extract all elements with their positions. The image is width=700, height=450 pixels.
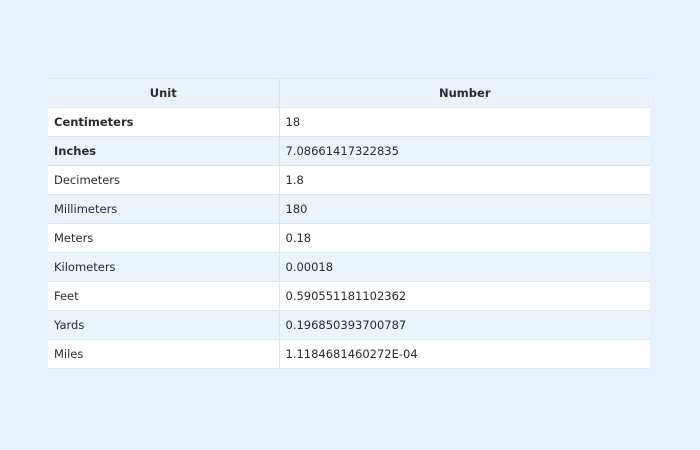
table-row: Miles 1.1184681460272E-04	[48, 339, 650, 369]
unit-cell: Inches	[48, 136, 280, 166]
number-cell: 1.8	[279, 165, 650, 195]
table-row: Decimeters 1.8	[48, 165, 650, 195]
unit-column-header: Unit	[48, 78, 280, 108]
number-cell: 0.18	[279, 223, 650, 253]
unit-cell: Meters	[48, 223, 280, 253]
number-cell: 18	[279, 107, 650, 137]
unit-cell: Yards	[48, 310, 280, 340]
number-cell: 0.00018	[279, 252, 650, 282]
unit-cell: Decimeters	[48, 165, 280, 195]
table-body: Centimeters 18 Inches 7.08661417322835 Decim…	[48, 107, 650, 369]
table-header-row: Unit Number	[48, 78, 650, 108]
number-cell: 180	[279, 194, 650, 224]
table-row: Inches 7.08661417322835	[48, 136, 650, 166]
number-column-header: Number	[279, 78, 650, 108]
unit-cell: Centimeters	[48, 107, 280, 137]
unit-cell: Millimeters	[48, 194, 280, 224]
table-row: Yards 0.196850393700787	[48, 310, 650, 340]
number-cell: 0.590551181102362	[279, 281, 650, 311]
unit-cell: Feet	[48, 281, 280, 311]
table-row: Feet 0.590551181102362	[48, 281, 650, 311]
conversion-table: Unit Number Centimeters 18 Inches 7.0866141…	[48, 78, 650, 369]
table-row: Millimeters 180	[48, 194, 650, 224]
number-cell: 1.1184681460272E-04	[279, 339, 650, 369]
number-cell: 7.08661417322835	[279, 136, 650, 166]
number-cell: 0.196850393700787	[279, 310, 650, 340]
table-row: Kilometers 0.00018	[48, 252, 650, 282]
unit-cell: Miles	[48, 339, 280, 369]
unit-cell: Kilometers	[48, 252, 280, 282]
table-row: Meters 0.18	[48, 223, 650, 253]
conversion-table-container: Unit Number Centimeters 18 Inches 7.0866141…	[48, 78, 650, 369]
table-row: Centimeters 18	[48, 107, 650, 137]
